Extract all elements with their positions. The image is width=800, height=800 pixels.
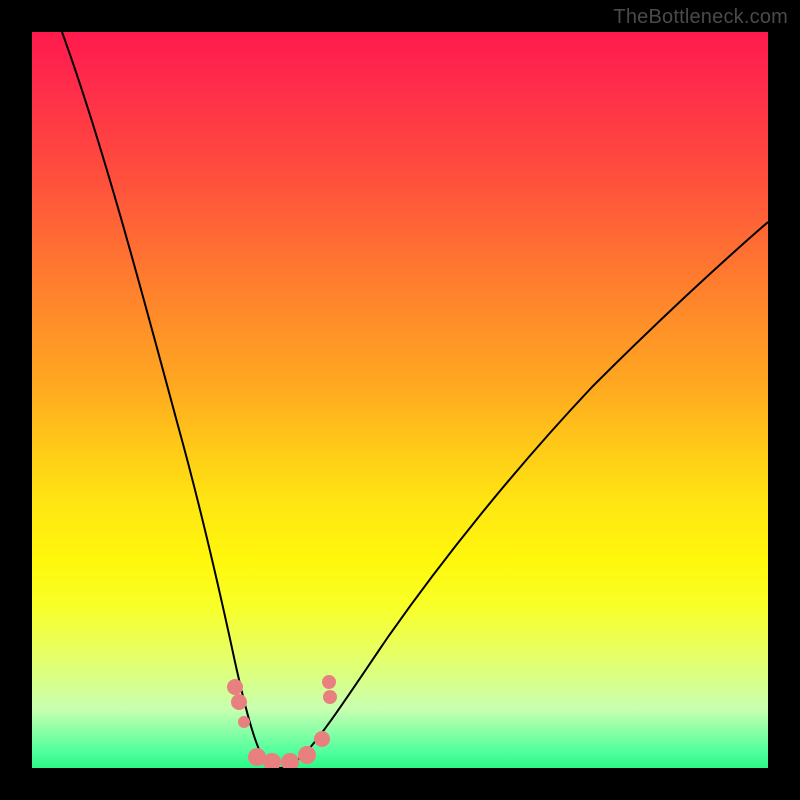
- left-curve: [62, 32, 280, 768]
- marker-point: [314, 731, 330, 747]
- curve-layer: [32, 32, 768, 768]
- marker-group: [227, 675, 337, 768]
- marker-point: [281, 753, 299, 768]
- watermark-text: TheBottleneck.com: [613, 6, 788, 29]
- marker-point: [231, 694, 247, 710]
- plot-area: [32, 32, 768, 768]
- chart-frame: TheBottleneck.com: [0, 0, 800, 800]
- marker-point: [323, 690, 337, 704]
- marker-point: [298, 746, 316, 764]
- marker-point: [322, 675, 336, 689]
- right-curve: [280, 222, 768, 768]
- marker-point: [238, 716, 250, 728]
- marker-point: [227, 679, 243, 695]
